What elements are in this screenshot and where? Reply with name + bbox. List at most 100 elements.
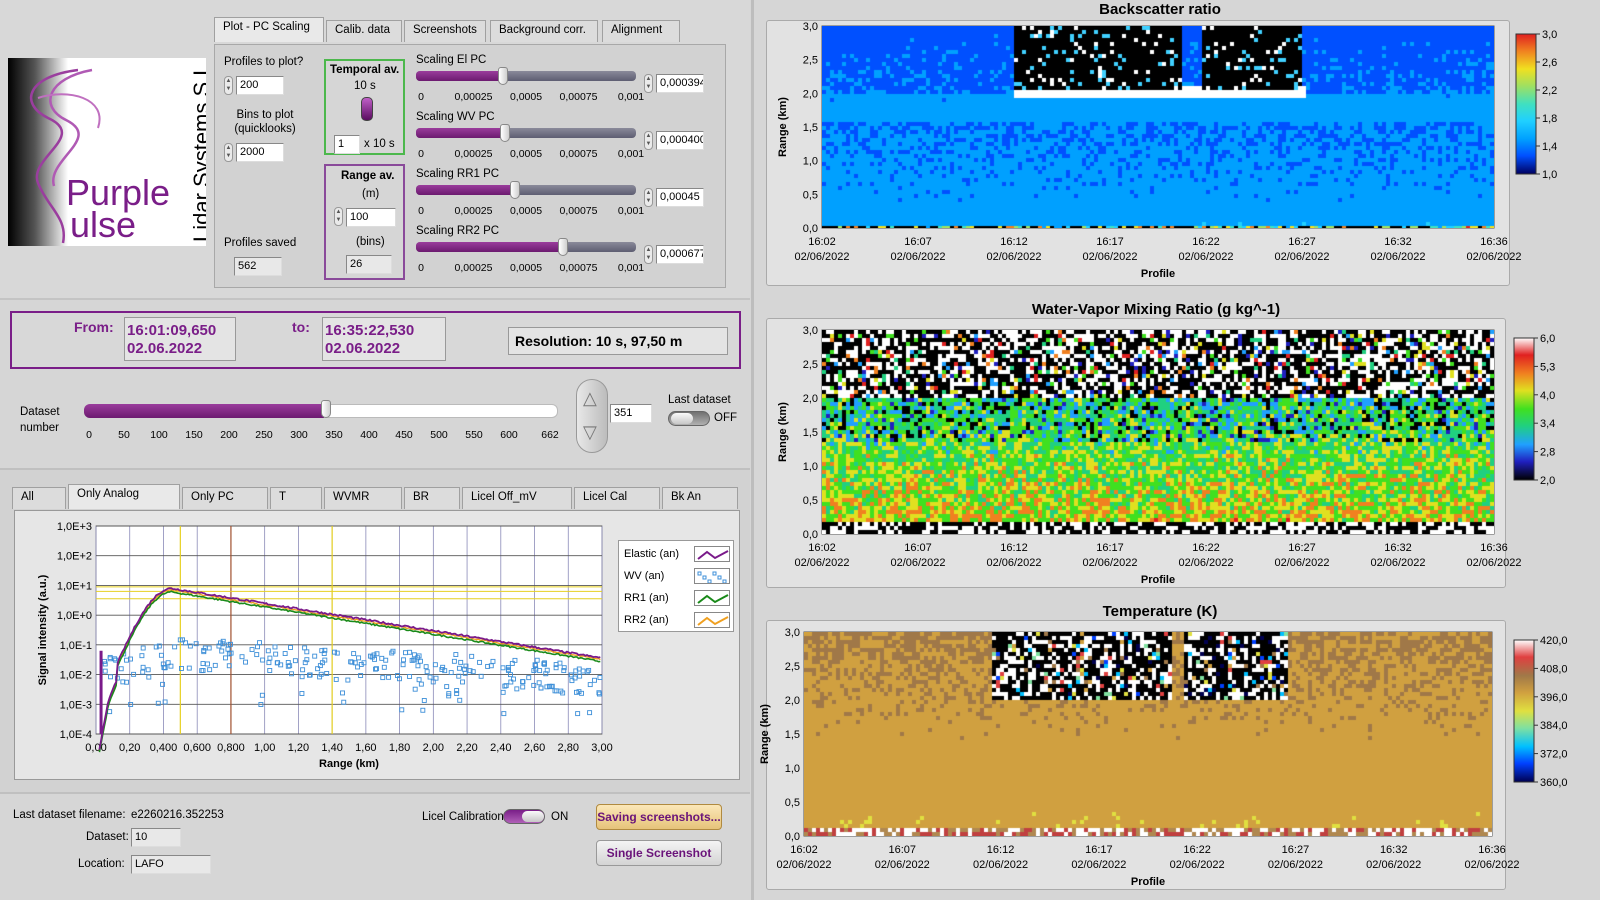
quicklook-x-label: Profile xyxy=(1131,876,1165,888)
scaling-spinner[interactable]: ▲ ▼ xyxy=(644,188,653,207)
tab-calib-data[interactable]: Calib. data xyxy=(326,20,402,42)
scaling-value-input[interactable]: 0,000394 xyxy=(656,74,704,93)
tab-all[interactable]: All xyxy=(12,487,66,509)
scaling-tick-label: 0,00025 xyxy=(454,205,493,217)
signal-x-tick: 1,60 xyxy=(355,742,376,754)
tab-alignment[interactable]: Alignment xyxy=(602,20,680,42)
from-box: 16:01:09,650 02.06.2022 xyxy=(124,317,236,361)
scaling-thumb[interactable] xyxy=(498,67,508,85)
quicklook-x-date: 02/06/2022 xyxy=(1170,859,1225,871)
quicklook-scale-label: 384,0 xyxy=(1540,720,1568,732)
scaling-tick-label: 0,001 xyxy=(617,148,645,160)
dataset-stepper[interactable]: △ ▽ xyxy=(576,379,608,453)
scaling-thumb[interactable] xyxy=(500,124,510,142)
tab-wvmr[interactable]: WVMR xyxy=(324,487,402,509)
scaling-tick-label: 0,0005 xyxy=(509,91,543,103)
legend-label: RR1 (an) xyxy=(624,592,669,604)
scaling-spinner[interactable]: ▲ ▼ xyxy=(644,74,653,93)
profiles-spinner[interactable]: ▲ ▼ xyxy=(224,76,233,95)
scaling-spinner[interactable]: ▲ ▼ xyxy=(644,245,653,264)
single-screenshot-button[interactable]: Single Screenshot xyxy=(596,840,722,866)
dataset-tick-label: 250 xyxy=(255,429,273,441)
scaling-tick-label: 0,00025 xyxy=(454,148,493,160)
bins-spinner[interactable]: ▲ ▼ xyxy=(224,143,233,162)
saving-screenshots-button[interactable]: Saving screenshots... xyxy=(596,804,722,830)
step-up-icon[interactable]: △ xyxy=(583,388,597,409)
quicklook-x-tick: 16:22 xyxy=(1192,236,1220,248)
signal-x-tick: 0,800 xyxy=(217,742,245,754)
quicklook-scale-label: 4,0 xyxy=(1540,390,1555,402)
scaling-fill xyxy=(416,128,504,138)
quicklook-x-date: 02/06/2022 xyxy=(1178,557,1233,569)
quicklook-x-date: 02/06/2022 xyxy=(890,251,945,263)
water-vapor-plot: Water-Vapor Mixing Ratio (g kg^-1) 3,0 2,5… xyxy=(756,298,1600,598)
resolution-box: Resolution: 10 s, 97,50 m xyxy=(508,327,728,355)
tab-t[interactable]: T xyxy=(270,487,322,509)
signal-x-tick: 1,20 xyxy=(288,742,309,754)
quicklook-scale-label: 1,0 xyxy=(1542,169,1557,181)
temporal-knob[interactable] xyxy=(361,97,373,121)
signal-y-tick: 1,0E-3 xyxy=(60,699,92,711)
bins-input[interactable]: 2000 xyxy=(236,143,284,162)
legend-label: Elastic (an) xyxy=(624,548,680,560)
vertical-divider xyxy=(751,0,754,900)
tab-background-corr[interactable]: Background corr. xyxy=(490,20,598,42)
dataset-input[interactable]: 351 xyxy=(610,404,652,423)
quicklook-x-date: 02/06/2022 xyxy=(1071,859,1126,871)
scaling-thumb[interactable] xyxy=(510,181,520,199)
scaling-value-input[interactable]: 0,000400 xyxy=(656,131,704,150)
dataset-tick-label: 0 xyxy=(86,429,92,441)
tab-licel-cal[interactable]: Licel Cal xyxy=(574,487,660,509)
scaling-value-input[interactable]: 0,000677 xyxy=(656,245,704,264)
legend-item: WV (an) xyxy=(624,568,730,586)
scaling-tick-label: 0,00075 xyxy=(559,205,598,217)
profiles-input[interactable]: 200 xyxy=(236,76,284,95)
legend-label: RR2 (an) xyxy=(624,614,669,626)
scaling-tick-label: 0 xyxy=(418,262,424,274)
quicklook-x-tick: 16:12 xyxy=(987,844,1015,856)
quicklook-x-tick: 16:02 xyxy=(808,236,836,248)
from-time: 16:01:09,650 xyxy=(127,322,217,339)
quicklook-x-tick: 16:07 xyxy=(889,844,917,856)
scaling-tick-label: 0,001 xyxy=(617,91,645,103)
tab-br[interactable]: BR xyxy=(404,487,460,509)
tab-only-pc[interactable]: Only PC xyxy=(182,487,268,509)
legend-item: Elastic (an) xyxy=(624,546,730,564)
quicklook-scale-label: 6,0 xyxy=(1540,333,1555,345)
licel-cal-toggle[interactable] xyxy=(503,809,545,824)
step-down-icon[interactable]: ▽ xyxy=(583,422,597,443)
scaling-spinner[interactable]: ▲ ▼ xyxy=(644,131,653,150)
last-dataset-toggle[interactable] xyxy=(668,411,710,426)
tab-only-analog[interactable]: Only Analog xyxy=(68,484,180,509)
bins-label: Bins to plot (quicklooks) xyxy=(234,109,296,135)
tab-screenshots[interactable]: Screenshots xyxy=(404,20,486,42)
quicklook-y-label: Range (km) xyxy=(759,704,771,764)
scaling-value-input[interactable]: 0,00045 xyxy=(656,188,704,207)
mid-tab-strip: All Only Analog Only PC T WVMR BR Licel … xyxy=(12,484,740,511)
quicklook-x-date: 02/06/2022 xyxy=(1178,251,1233,263)
quicklook-x-date: 02/06/2022 xyxy=(986,251,1041,263)
tab-plot-pc-scaling[interactable]: Plot - PC Scaling xyxy=(214,17,324,42)
quicklook-y-tick: 2,5 xyxy=(803,55,818,67)
signal-y-tick: 1,0E+1 xyxy=(57,580,92,592)
quicklook-y-tick: 2,0 xyxy=(803,393,818,405)
temporal-input[interactable]: 1 xyxy=(334,135,360,154)
quicklook-x-tick: 16:02 xyxy=(790,844,818,856)
quicklook-y-tick: 2,0 xyxy=(785,695,800,707)
tab-bk-an[interactable]: Bk An xyxy=(662,487,738,509)
scaling-tick-label: 0,0005 xyxy=(509,205,543,217)
scaling-thumb[interactable] xyxy=(558,238,568,256)
range-spinner[interactable]: ▲ ▼ xyxy=(334,207,343,226)
quicklook-x-label: Profile xyxy=(1141,574,1175,586)
quicklook-x-date: 02/06/2022 xyxy=(1082,557,1137,569)
quicklook-x-tick: 16:17 xyxy=(1096,542,1124,554)
dataset-slider-thumb[interactable] xyxy=(321,400,331,418)
quicklook-x-date: 02/06/2022 xyxy=(794,251,849,263)
signal-y-tick: 1,0E-2 xyxy=(60,670,92,682)
quicklook-x-date: 02/06/2022 xyxy=(776,859,831,871)
tab-licel-off[interactable]: Licel Off_mV xyxy=(462,487,572,509)
quicklook-x-tick: 16:12 xyxy=(1000,236,1028,248)
legend-item: RR2 (an) xyxy=(624,612,730,630)
range-input[interactable]: 100 xyxy=(346,208,396,227)
signal-x-tick: 0,00 xyxy=(85,742,106,754)
